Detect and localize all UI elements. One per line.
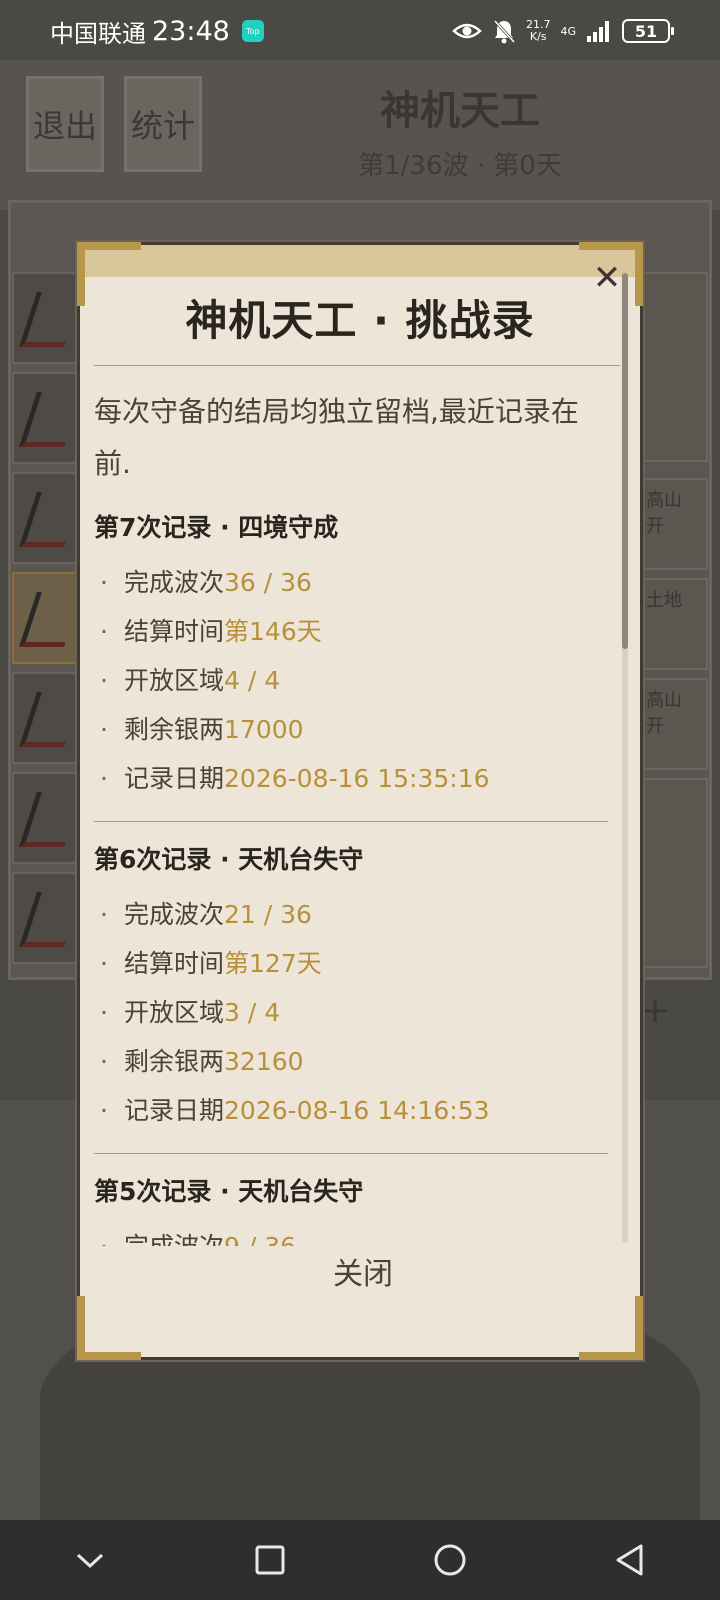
record-entry: 第6次记录 · 天机台失守 · 完成波次21 / 36 · 结算时间第127天 · 开…	[94, 821, 608, 1135]
close-button[interactable]: 关闭	[263, 1245, 463, 1305]
record-item: · 结算时间第127天	[100, 949, 322, 978]
dialog-title: 神机天工 · 挑战录	[185, 296, 535, 345]
status-bar: 中国联通 23:48 Top 21.7 K/s 4G 51	[0, 0, 720, 62]
record-title: 第5次记录 · 天机台失守	[94, 1177, 364, 1206]
triangle-back-icon	[616, 1544, 643, 1576]
wave-day-indicator: 第1/36波 · 第0天	[358, 151, 562, 181]
record-item: · 开放区域4 / 4	[100, 666, 281, 695]
mountain-tile: 高山开	[640, 478, 708, 570]
stats-button: 统计	[124, 76, 202, 172]
nav-collapse-button[interactable]	[60, 1530, 120, 1590]
record-title: 第7次记录 · 四境守成	[94, 513, 339, 542]
record-entry: 第5次记录 · 天机台失守 ·完成波次9 / 36	[94, 1153, 608, 1246]
board-tile-right	[640, 778, 708, 968]
record-item: · 开放区域3 / 4	[100, 998, 281, 1027]
dialog-top-band	[80, 245, 640, 277]
record-item: · 记录日期2026-08-16 15:35:16	[100, 764, 490, 793]
signal-icon	[587, 21, 609, 42]
network-type: 4G	[560, 24, 576, 38]
game-title: 神机天工	[380, 88, 540, 134]
corner-ornament	[579, 1296, 643, 1360]
record-item: · 剩余银两17000	[100, 715, 304, 744]
scrollbar[interactable]	[622, 273, 628, 1243]
record-item: · 剩余银两32160	[100, 1047, 304, 1076]
exit-button: 退出	[26, 76, 104, 172]
corner-ornament	[77, 1296, 141, 1360]
clock: 23:48	[152, 15, 230, 47]
battery-indicator: 51	[622, 19, 674, 43]
nav-recents-button[interactable]	[240, 1530, 300, 1590]
zoom-plus-icon: +	[640, 990, 671, 1031]
challenge-record-dialog: ✕ 神机天工 · 挑战录 每次守备的结局均独立留档,最近记录在前. 第7次记录 …	[77, 242, 643, 1360]
record-item: · 完成波次36 / 36	[100, 568, 312, 597]
circle-icon	[434, 1544, 466, 1576]
scrollbar-thumb[interactable]	[622, 273, 628, 649]
divider	[94, 365, 620, 366]
land-tile: 土地	[640, 578, 708, 670]
top-app-icon: Top	[241, 20, 264, 42]
records-scroll-area[interactable]: 每次守备的结局均独立留档,最近记录在前. 第7次记录 · 四境守成 · 完成波次3…	[94, 370, 608, 1246]
carrier-name: 中国联通	[50, 19, 146, 48]
record-item: · 记录日期2026-08-16 14:16:53	[100, 1096, 490, 1125]
square-icon	[255, 1545, 285, 1575]
intro-text: 每次守备的结局均独立留档,最近记录在前.	[94, 395, 579, 480]
record-item: · 结算时间第146天	[100, 617, 322, 646]
network-speed: 21.7 K/s	[525, 18, 551, 43]
system-nav-bar	[0, 1520, 720, 1600]
mute-bell-icon	[493, 19, 516, 44]
nav-back-button[interactable]	[600, 1530, 660, 1590]
nav-home-button[interactable]	[420, 1530, 480, 1590]
eye-icon	[452, 23, 482, 39]
record-item: · 完成波次21 / 36	[100, 900, 312, 929]
record-entry: 第7次记录 · 四境守成 · 完成波次36 / 36 · 结算时间第146天 · 开放…	[94, 490, 608, 803]
record-title: 第6次记录 · 天机台失守	[94, 845, 364, 874]
board-tile-right	[640, 272, 708, 462]
chevron-down-icon	[76, 1553, 104, 1569]
record-item: ·完成波次9 / 36	[94, 1222, 608, 1246]
mountain-tile: 高山开	[640, 678, 708, 770]
